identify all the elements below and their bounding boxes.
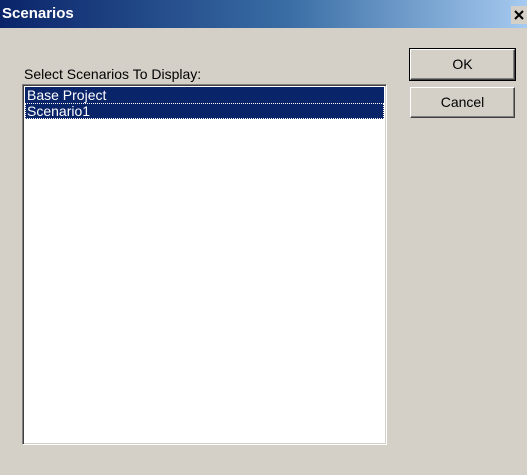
scenarios-dialog: Scenarios Select Scenarios To Display: B… [0,0,527,475]
cancel-button[interactable]: Cancel [410,87,515,118]
window-title: Scenarios [2,5,74,22]
list-label: Select Scenarios To Display: [24,66,202,82]
close-icon [514,10,524,20]
scenarios-listbox[interactable]: Base Project Scenario1 [22,84,387,445]
list-item-scenario1[interactable]: Scenario1 [25,103,384,119]
title-bar[interactable]: Scenarios [0,0,527,28]
ok-button[interactable]: OK [409,48,516,81]
close-button[interactable] [511,6,527,24]
list-item-base-project[interactable]: Base Project [25,87,384,103]
